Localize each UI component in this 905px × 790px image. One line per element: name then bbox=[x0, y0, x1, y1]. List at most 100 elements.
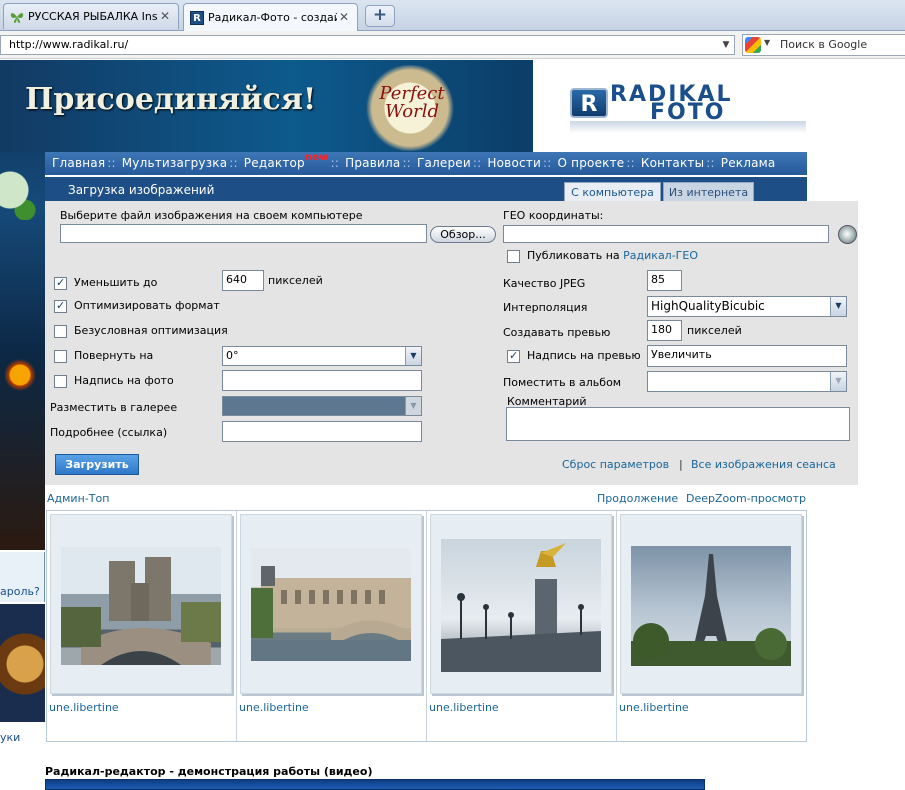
menu-separator: :: bbox=[472, 156, 482, 170]
gallery-item: une.libertine bbox=[47, 511, 237, 741]
reset-params-link[interactable]: Сброс параметров bbox=[562, 458, 669, 471]
chevron-down-icon[interactable]: ▼ bbox=[405, 347, 421, 365]
menu-separator: :: bbox=[706, 156, 715, 170]
chevron-down-icon[interactable]: ▼ bbox=[405, 397, 421, 415]
author-link[interactable]: une.libertine bbox=[619, 701, 689, 714]
author-link[interactable]: une.libertine bbox=[239, 701, 309, 714]
geo-publish-label: Публиковать на Радикал-ГЕО bbox=[527, 249, 698, 262]
optimize-checkbox[interactable] bbox=[54, 299, 67, 313]
gallery-grid: une.libertine une.libertine une.libertin… bbox=[46, 510, 807, 742]
thumbnail-frame[interactable] bbox=[430, 514, 612, 694]
new-tab-button[interactable]: + bbox=[365, 5, 395, 27]
menu-item-home[interactable]: Главная bbox=[52, 156, 105, 170]
photo-caption-checkbox[interactable] bbox=[54, 375, 67, 388]
chevron-down-icon[interactable]: ▼ bbox=[719, 36, 733, 54]
album-select[interactable]: ▼ bbox=[647, 371, 847, 392]
thumbnail-frame[interactable] bbox=[50, 514, 232, 694]
deepzoom-link[interactable]: DeepZoom-просмотр bbox=[686, 492, 806, 505]
menu-item-rules[interactable]: Правила bbox=[345, 156, 400, 170]
preview-size-input[interactable]: 180 bbox=[647, 320, 682, 341]
menu-item-editor[interactable]: Редактор bbox=[244, 156, 305, 170]
password-link[interactable]: ароль? bbox=[0, 585, 40, 598]
radikal-logo-text[interactable]: RADIKAL FOTO bbox=[610, 84, 733, 124]
louvre-photo[interactable] bbox=[251, 548, 411, 661]
radikal-geo-link[interactable]: Радикал-ГЕО bbox=[623, 249, 698, 262]
session-images-link[interactable]: Все изображения сеанса bbox=[691, 458, 836, 471]
chevron-down-icon[interactable]: ▼ bbox=[830, 372, 846, 391]
menu-item-news[interactable]: Новости bbox=[487, 156, 541, 170]
game-character-image bbox=[0, 604, 45, 722]
menu-item-multiupload[interactable]: Мультизагрузка bbox=[122, 156, 228, 170]
comment-textarea[interactable] bbox=[506, 407, 850, 441]
reduce-checkbox[interactable] bbox=[54, 276, 67, 290]
jpeg-quality-input[interactable]: 85 bbox=[647, 270, 682, 291]
tab-from-internet[interactable]: Из интернета bbox=[663, 182, 754, 202]
rotate-checkbox[interactable] bbox=[54, 350, 67, 363]
author-link[interactable]: une.libertine bbox=[429, 701, 499, 714]
menu-item-ads[interactable]: Реклама bbox=[721, 156, 776, 170]
menu-separator: :: bbox=[626, 156, 635, 170]
bridge-statue-photo[interactable] bbox=[441, 539, 601, 672]
continue-link[interactable]: Продолжение bbox=[597, 492, 678, 505]
google-icon[interactable] bbox=[745, 37, 761, 53]
rotate-label: Повернуть на bbox=[74, 349, 154, 362]
rotate-select[interactable]: 0° ▼ bbox=[222, 346, 422, 366]
upload-button[interactable]: Загрузить bbox=[55, 454, 139, 475]
force-optimize-checkbox[interactable] bbox=[54, 325, 67, 338]
chevron-down-icon[interactable]: ▼ bbox=[764, 38, 770, 47]
ad-banner-text: Присоединяйся! bbox=[25, 82, 317, 117]
browser-tab-fishing[interactable]: РУССКАЯ РЫБАЛКА Ins... ✕ bbox=[3, 3, 179, 29]
gallery-label: Разместить в галерее bbox=[50, 401, 178, 414]
close-icon[interactable]: ✕ bbox=[337, 10, 351, 25]
new-badge: new bbox=[304, 152, 329, 163]
demo-video-frame[interactable] bbox=[45, 779, 705, 790]
interpolation-value: HighQualityBicubic bbox=[651, 299, 765, 313]
menu-item-contacts[interactable]: Контакты bbox=[641, 156, 704, 170]
preview-caption-label: Надпись на превью bbox=[527, 349, 641, 362]
address-bar[interactable]: http://www.radikal.ru/ bbox=[0, 35, 735, 55]
interpolation-select[interactable]: HighQualityBicubic ▼ bbox=[647, 296, 847, 317]
preview-caption-input[interactable]: Увеличить bbox=[647, 345, 847, 367]
radikal-logo-icon[interactable]: R bbox=[570, 88, 608, 118]
tab-from-computer[interactable]: С компьютера bbox=[564, 182, 661, 202]
file-input[interactable] bbox=[60, 224, 427, 243]
eiffel-tower-photo[interactable] bbox=[631, 546, 791, 666]
menu-item-about[interactable]: О проекте bbox=[558, 156, 625, 170]
admin-top-link[interactable]: Админ-Топ bbox=[47, 492, 109, 505]
tab-title: Радикал-Фото - создай... bbox=[208, 11, 337, 24]
menu-separator: :: bbox=[402, 156, 411, 170]
globe-icon[interactable] bbox=[838, 225, 857, 244]
preview-caption-checkbox[interactable] bbox=[507, 349, 520, 363]
jpeg-quality-label: Качество JPEG bbox=[503, 277, 586, 290]
menu-separator: :: bbox=[542, 156, 552, 170]
notre-dame-photo[interactable] bbox=[61, 547, 221, 665]
geo-publish-checkbox[interactable] bbox=[507, 250, 520, 263]
reduce-size-input[interactable]: 640 bbox=[222, 270, 264, 291]
browse-button[interactable]: Обзор... bbox=[430, 226, 496, 243]
links-separator: | bbox=[679, 458, 683, 471]
menu-item-galleries[interactable]: Галереи bbox=[417, 156, 471, 170]
left-link[interactable]: уки bbox=[0, 731, 20, 744]
photo-caption-label: Надпись на фото bbox=[74, 374, 174, 387]
upload-form bbox=[45, 201, 858, 485]
thumbnail-frame[interactable] bbox=[620, 514, 802, 694]
close-icon[interactable]: ✕ bbox=[158, 9, 172, 24]
browser-tab-radikal[interactable]: R Радикал-Фото - создай... ✕ bbox=[183, 3, 358, 31]
geo-label: ГЕО координаты: bbox=[503, 209, 604, 222]
main-menu: Главная:: Мультизагрузка:: Редакторnew::… bbox=[45, 152, 807, 175]
login-panel: ароль? bbox=[0, 552, 45, 602]
details-link-input[interactable] bbox=[222, 421, 422, 442]
gallery-item: une.libertine bbox=[237, 511, 427, 741]
author-link[interactable]: une.libertine bbox=[49, 701, 119, 714]
thumbnail-frame[interactable] bbox=[240, 514, 422, 694]
album-label: Поместить в альбом bbox=[503, 376, 622, 389]
interpolation-label: Интерполяция bbox=[503, 301, 588, 314]
geo-publish-text: Публиковать на bbox=[527, 249, 620, 262]
tab-title: РУССКАЯ РЫБАЛКА Ins... bbox=[28, 10, 158, 23]
force-optimize-label: Безусловная оптимизация bbox=[74, 324, 228, 337]
photo-caption-input[interactable] bbox=[222, 370, 422, 391]
gallery-select[interactable]: ▼ bbox=[222, 396, 422, 416]
geo-input[interactable] bbox=[503, 225, 829, 243]
file-label: Выберите файл изображения на своем компь… bbox=[60, 209, 363, 222]
chevron-down-icon[interactable]: ▼ bbox=[830, 297, 846, 316]
